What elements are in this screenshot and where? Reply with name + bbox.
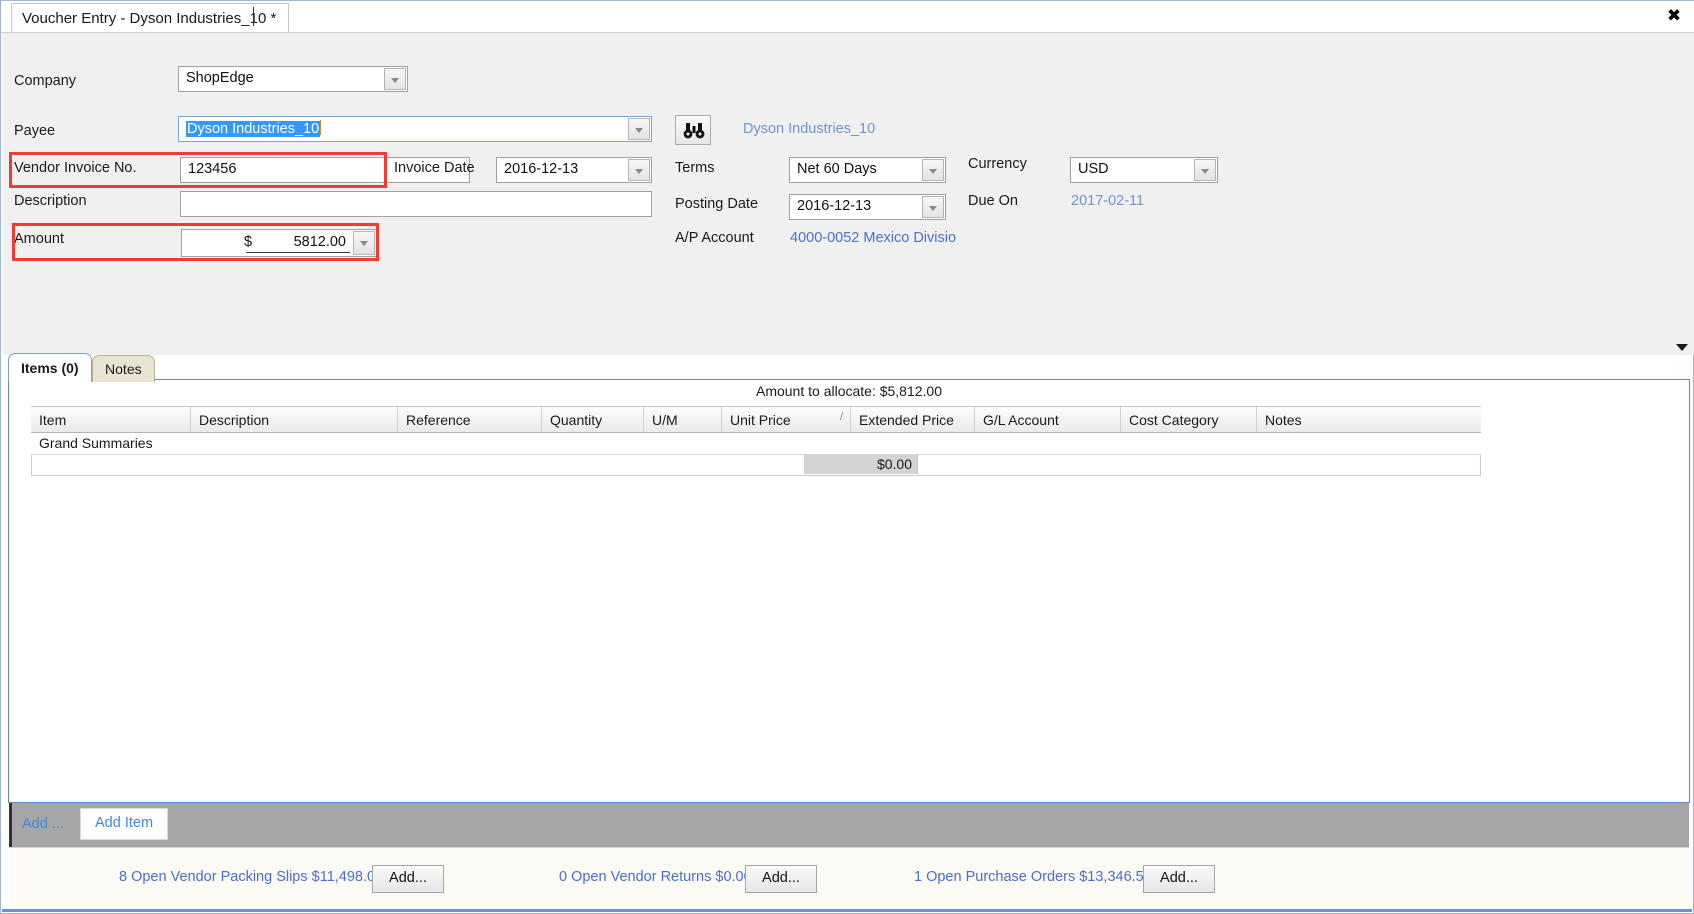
grid-column-quantity-label: Quantity [550,412,603,428]
add-item-bar: Add ... Add Item [9,803,1689,847]
grid-total-row[interactable]: $0.00 [31,455,1481,476]
grid-column-notes[interactable]: Notes [1257,407,1481,432]
grid-column-um[interactable]: U/M [644,407,722,432]
posting-date-combobox[interactable]: 2016-12-13 [789,194,946,220]
tab-notes[interactable]: Notes [92,355,155,382]
chevron-down-icon[interactable] [1676,344,1688,351]
tab-notes-label: Notes [105,361,142,377]
open-vendor-returns-label: 0 Open Vendor Returns $0.00 [559,869,752,885]
due-on-label: Due On [968,193,1018,209]
grid-column-unit-price-label: Unit Price [730,412,791,428]
grid-column-gl-account-label: G/L Account [983,412,1059,428]
items-notes-tabrow: Items (0) Notes [8,353,155,382]
grid-column-gl-account[interactable]: G/L Account [975,407,1121,432]
grid-total-extended-price: $0.00 [876,456,912,472]
invoice-date-value: 2016-12-13 [504,161,579,177]
description-input[interactable] [180,191,652,217]
chevron-down-icon[interactable] [1194,159,1216,181]
description-label: Description [14,193,87,209]
open-purchase-orders-label: 1 Open Purchase Orders $13,346.50 [914,869,1152,885]
add-ellipsis-link[interactable]: Add ... [22,816,64,832]
terms-combobox[interactable]: Net 60 Days [789,157,946,183]
chevron-down-icon[interactable] [922,196,944,218]
amount-underline [246,252,350,253]
add-item-button[interactable]: Add Item [80,808,169,840]
footer-status-bar: 8 Open Vendor Packing Slips $11,498.05 A… [9,847,1689,905]
terms-value: Net 60 Days [797,161,877,177]
amount-label: Amount [14,231,64,247]
grid-column-item-label: Item [39,412,67,428]
grid-column-notes-label: Notes [1265,412,1302,428]
invoice-date-combobox[interactable]: 2016-12-13 [496,157,652,183]
open-vendor-packing-slips-label: 8 Open Vendor Packing Slips $11,498.05 [119,869,384,885]
currency-combobox[interactable]: USD [1070,157,1218,183]
grid-column-extended-price[interactable]: Extended Price [851,407,975,432]
grid-column-description[interactable]: Description [191,407,398,432]
grid-header-row: Item Description Reference Quantity U/M … [31,406,1481,433]
grid-summary-row[interactable]: Grand Summaries [31,433,1481,455]
grid-column-item[interactable]: Item [31,407,191,432]
add-purchase-orders-button[interactable]: Add... [1143,865,1215,893]
due-on-value: 2017-02-11 [1071,193,1145,209]
grid-column-quantity[interactable]: Quantity [542,407,644,432]
currency-label: Currency [968,156,1027,172]
items-grid-panel: Amount to allocate: $5,812.00 Item Descr… [8,379,1690,803]
grid-column-extended-price-label: Extended Price [859,412,954,428]
grid-column-description-label: Description [199,412,270,428]
amount-input[interactable]: $ 5812.00 [181,229,377,257]
grid-column-cost-category-label: Cost Category [1129,412,1219,428]
tab-text-caret [253,7,254,26]
company-value: ShopEdge [186,70,254,86]
grid-summary-row-label: Grand Summaries [39,435,153,451]
grid-column-reference[interactable]: Reference [398,407,542,432]
binoculars-icon[interactable] [675,115,711,145]
company-combobox[interactable]: ShopEdge [178,66,408,92]
window-bottom-accent [2,909,1692,912]
tab-items[interactable]: Items (0) [8,353,92,382]
posting-date-value: 2016-12-13 [797,198,872,214]
document-tab-voucher-entry[interactable]: Voucher Entry - Dyson Industries_10 * [11,3,290,32]
add-packing-slips-button[interactable]: Add... [372,865,444,893]
terms-label: Terms [675,160,715,176]
grid-column-unit-price[interactable]: Unit Price / [722,407,851,432]
text-caret [320,120,322,135]
grid-column-um-label: U/M [652,412,678,428]
amount-to-allocate-text: Amount to allocate: $5,812.00 [755,383,943,399]
chevron-down-icon[interactable] [628,118,650,140]
add-vendor-returns-button[interactable]: Add... [745,865,817,893]
company-label: Company [14,73,77,89]
payee-combobox[interactable]: Dyson Industries_10 [178,116,652,142]
chevron-down-icon[interactable] [922,159,944,181]
ap-account-label: A/P Account [675,230,754,246]
invoice-date-label: Invoice Date [394,160,475,176]
titlebar: Voucher Entry - Dyson Industries_10 * ✖ [1,1,1694,33]
chevron-down-icon[interactable] [384,68,406,90]
amount-currency-symbol: $ [244,234,253,250]
payee-display-name: Dyson Industries_10 [743,121,876,137]
payee-value: Dyson Industries_10 [186,121,321,137]
grid-column-cost-category[interactable]: Cost Category [1121,407,1257,432]
header-form-panel: Company ShopEdge Payee Dyson Industries_… [2,33,1694,355]
voucher-entry-window: Voucher Entry - Dyson Industries_10 * ✖ … [0,0,1694,914]
binoculars-glyph [683,123,705,139]
tab-items-label: Items (0) [21,360,79,376]
document-tab-label: Voucher Entry - Dyson Industries_10 * [22,10,277,27]
chevron-down-icon[interactable] [628,159,650,181]
sort-indicator-icon: / [839,411,843,423]
amount-value: 5812.00 [293,234,346,250]
vendor-invoice-no-value: 123456 [188,161,237,177]
payee-label: Payee [14,123,56,139]
chevron-down-icon[interactable] [353,231,375,255]
close-icon[interactable]: ✖ [1663,5,1685,27]
payee-value-wrap: Dyson Industries_10 [186,120,322,137]
currency-value: USD [1078,161,1109,177]
posting-date-label: Posting Date [675,196,759,212]
vendor-invoice-no-label: Vendor Invoice No. [14,160,137,176]
ap-account-value[interactable]: 4000-0052 Mexico Divisio [790,230,956,246]
grid-column-reference-label: Reference [406,412,471,428]
